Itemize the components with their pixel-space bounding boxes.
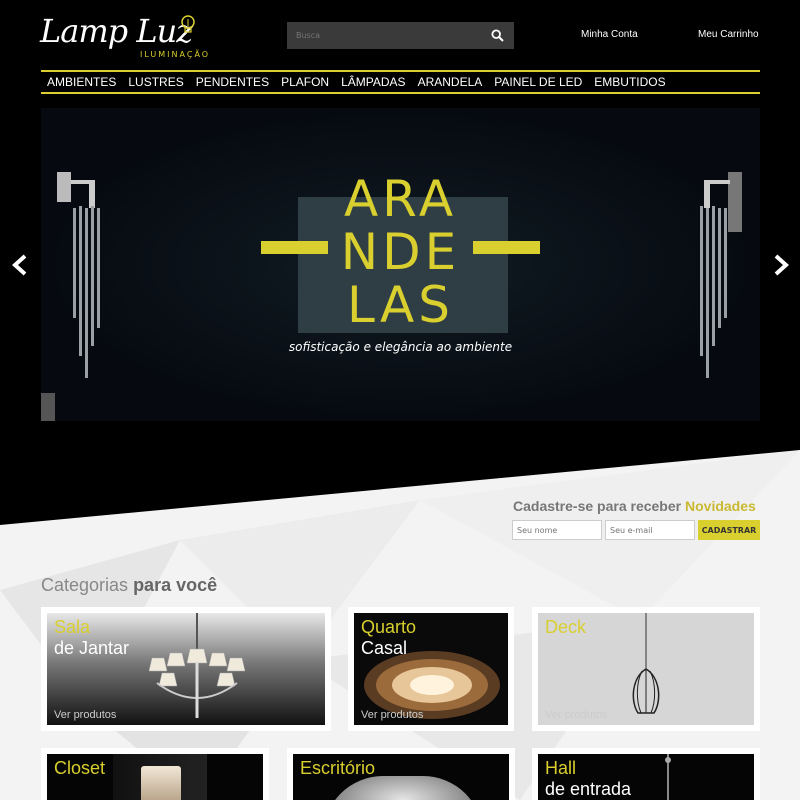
hall-lamp-image — [665, 754, 671, 800]
categories-title-prefix: Categorias — [41, 575, 134, 595]
category-subtitle: Casal — [361, 638, 408, 658]
main-nav: AMBIENTES LUSTRES PENDENTES PLAFON LÂMPA… — [41, 70, 760, 94]
newsletter-name-input[interactable] — [512, 520, 602, 540]
newsletter-email-input[interactable] — [605, 520, 695, 540]
view-products-link[interactable]: Ver produtos — [54, 709, 116, 721]
banner-title-line1: ARA — [343, 170, 458, 228]
nav-item-pendentes[interactable]: PENDENTES — [196, 75, 269, 89]
brand-logo[interactable]: Lamp Luz ILUMINAÇÃO — [40, 12, 208, 59]
category-subtitle: de entrada — [545, 779, 632, 799]
nav-item-ambientes[interactable]: AMBIENTES — [47, 75, 116, 89]
brand-tagline: ILUMINAÇÃO — [140, 50, 211, 59]
category-title: Closet — [54, 758, 106, 778]
nav-item-embutidos[interactable]: EMBUTIDOS — [594, 75, 665, 89]
slide-thumbnail[interactable] — [41, 393, 55, 421]
categories-title-bold: para você — [133, 575, 218, 595]
closet-lamp-image — [113, 754, 207, 800]
brand-name: Lamp Luz — [40, 12, 193, 50]
category-subtitle: de Jantar — [54, 638, 130, 658]
nav-item-plafon[interactable]: PLAFON — [281, 75, 329, 89]
search-icon[interactable] — [491, 29, 504, 42]
site-header: Lamp Luz ILUMINAÇÃO Minha Conta Meu Carr… — [0, 0, 800, 70]
categories-title: Categorias para você — [41, 575, 217, 596]
category-card-closet[interactable]: Closet — [41, 748, 269, 800]
newsletter-title: Cadastre-se para receber Novidades — [513, 498, 756, 514]
category-card-escritorio[interactable]: Escritório — [287, 748, 515, 800]
newsletter-title-prefix: Cadastre-se para receber — [513, 498, 685, 514]
chevron-right-icon[interactable] — [771, 253, 791, 277]
category-card-deck[interactable]: Deck Ver produtos — [532, 607, 760, 731]
lightbulb-icon — [181, 15, 195, 33]
category-title: Deck — [545, 617, 587, 637]
wall-lamp-image — [700, 172, 742, 378]
pendant-lamp-image — [632, 613, 660, 714]
hero-banner[interactable]: ARA NDE LAS sofisticação e elegância ao … — [41, 108, 760, 421]
banner-subtitle: sofisticação e elegância ao ambiente — [288, 340, 513, 354]
nav-item-lampadas[interactable]: LÂMPADAS — [341, 75, 405, 89]
banner-title-line2: NDE — [340, 223, 461, 281]
category-card-hall-de-entrada[interactable]: Hall de entrada — [532, 748, 760, 800]
newsletter-title-highlight: Novidades — [685, 498, 756, 514]
account-link[interactable]: Minha Conta — [581, 29, 638, 40]
banner-title-line3: LAS — [347, 276, 454, 334]
nav-item-painel-de-led[interactable]: PAINEL DE LED — [494, 75, 582, 89]
search-input[interactable] — [287, 22, 482, 49]
search-box — [287, 22, 514, 49]
nav-item-lustres[interactable]: LUSTRES — [128, 75, 183, 89]
newsletter-submit-button[interactable]: CADASTRAR — [698, 520, 760, 540]
office-lamp-image — [323, 776, 483, 800]
category-title: Sala — [54, 617, 91, 637]
category-title: Escritório — [300, 758, 376, 778]
category-title: Quarto — [361, 617, 417, 637]
view-products-link[interactable]: Ver produtos — [545, 709, 607, 721]
wall-lamp-image — [57, 172, 100, 378]
nav-item-arandela[interactable]: ARANDELA — [418, 75, 483, 89]
view-products-link[interactable]: Ver produtos — [361, 709, 423, 721]
chandelier-image — [148, 613, 246, 718]
category-card-quarto-casal[interactable]: Quarto Casal Ver produtos — [348, 607, 514, 731]
category-title: Hall — [545, 758, 577, 778]
cart-link[interactable]: Meu Carrinho — [698, 29, 759, 40]
category-card-sala-de-jantar[interactable]: Sala de Jantar Ver produtos — [41, 607, 331, 731]
chevron-left-icon[interactable] — [10, 253, 30, 277]
